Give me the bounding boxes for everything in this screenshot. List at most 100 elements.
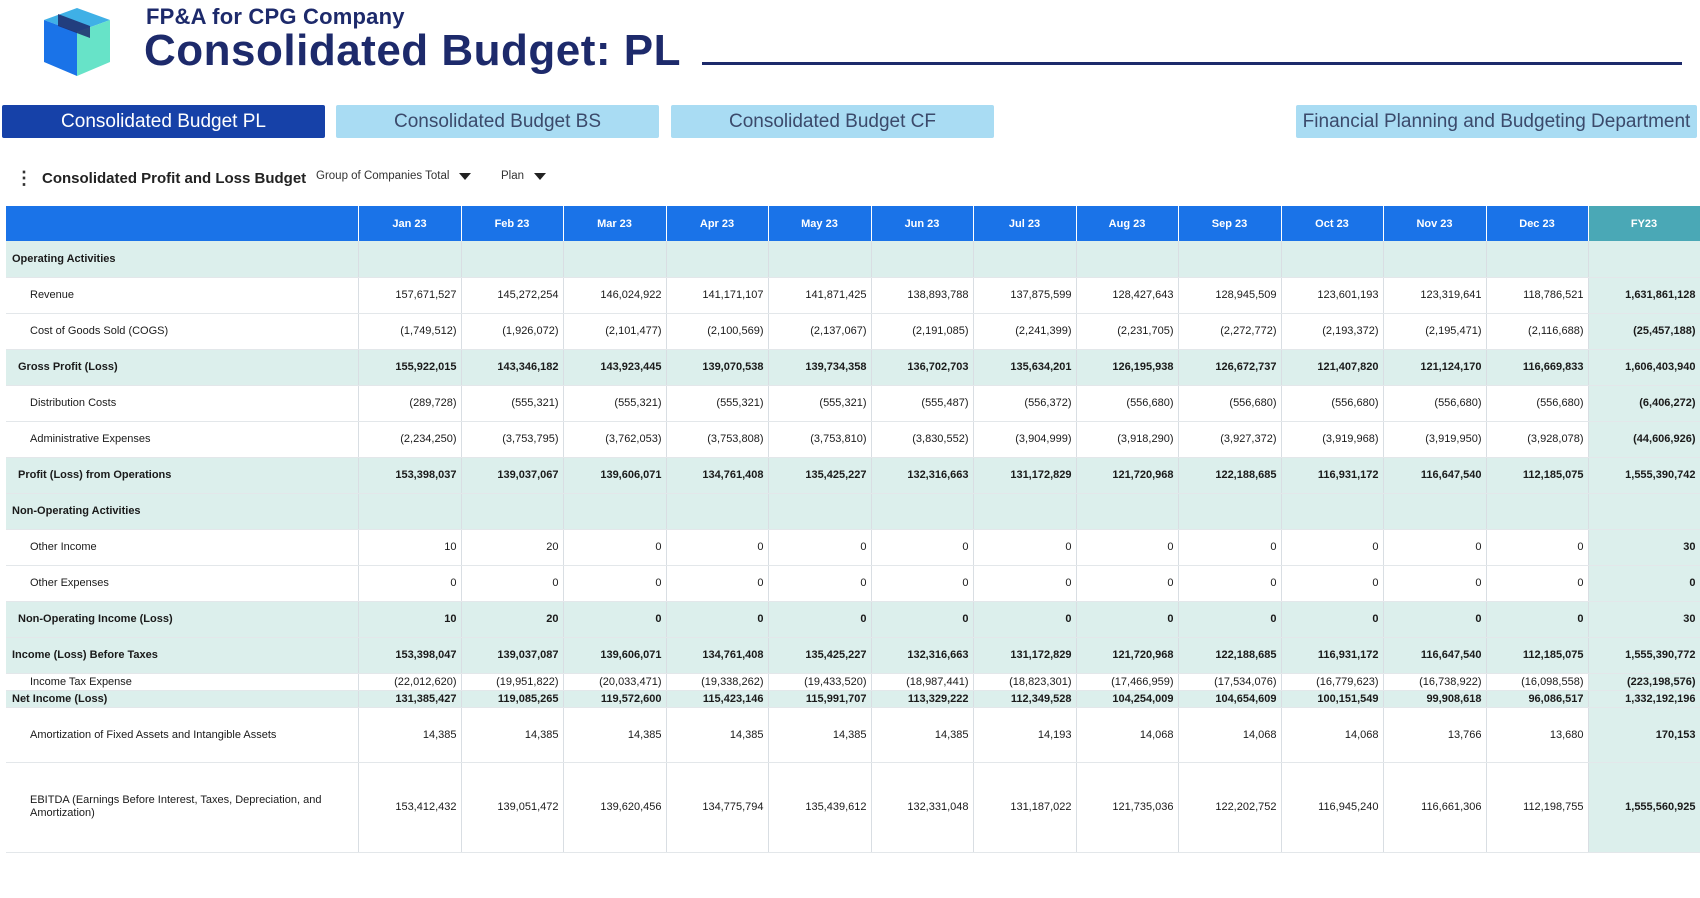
value-cell[interactable]: 139,051,472: [461, 762, 564, 853]
value-cell[interactable]: 0: [1178, 529, 1282, 566]
value-cell[interactable]: 112,198,755: [1486, 762, 1589, 853]
value-cell[interactable]: 118,786,521: [1486, 277, 1589, 314]
value-cell[interactable]: [973, 241, 1077, 278]
value-cell[interactable]: [1486, 493, 1589, 530]
value-cell[interactable]: 146,024,922: [563, 277, 667, 314]
kebab-menu-icon[interactable]: ⋮: [14, 168, 34, 189]
value-cell[interactable]: 0: [871, 601, 974, 638]
value-cell[interactable]: 0: [1076, 565, 1179, 602]
value-cell[interactable]: (3,918,290): [1076, 421, 1179, 458]
value-cell[interactable]: (3,830,552): [871, 421, 974, 458]
value-cell[interactable]: 96,086,517: [1486, 690, 1589, 708]
value-cell[interactable]: 135,634,201: [973, 349, 1077, 386]
value-cell[interactable]: 131,172,829: [973, 457, 1077, 494]
value-cell[interactable]: 123,319,641: [1383, 277, 1487, 314]
value-cell[interactable]: 135,439,612: [768, 762, 872, 853]
value-cell[interactable]: 131,385,427: [358, 690, 462, 708]
value-cell[interactable]: (19,433,520): [768, 673, 872, 691]
value-cell[interactable]: 10: [358, 529, 462, 566]
value-cell[interactable]: (16,098,558): [1486, 673, 1589, 691]
value-cell[interactable]: (555,321): [461, 385, 564, 422]
value-cell[interactable]: 134,761,408: [666, 637, 769, 674]
value-cell[interactable]: 126,195,938: [1076, 349, 1179, 386]
value-cell[interactable]: 139,070,538: [666, 349, 769, 386]
value-cell[interactable]: 116,669,833: [1486, 349, 1589, 386]
value-cell[interactable]: 119,085,265: [461, 690, 564, 708]
value-cell[interactable]: [1178, 241, 1282, 278]
value-cell[interactable]: 0: [1383, 601, 1487, 638]
fy-total-cell[interactable]: 1,555,560,925: [1588, 762, 1700, 853]
value-cell[interactable]: [461, 241, 564, 278]
value-cell[interactable]: (3,753,810): [768, 421, 872, 458]
value-cell[interactable]: [666, 493, 769, 530]
value-cell[interactable]: 128,427,643: [1076, 277, 1179, 314]
value-cell[interactable]: (556,680): [1178, 385, 1282, 422]
fy-total-cell[interactable]: [1588, 241, 1700, 278]
value-cell[interactable]: (2,241,399): [973, 313, 1077, 350]
value-cell[interactable]: (3,919,968): [1281, 421, 1384, 458]
value-cell[interactable]: 116,661,306: [1383, 762, 1487, 853]
value-cell[interactable]: (22,012,620): [358, 673, 462, 691]
value-cell[interactable]: 121,720,968: [1076, 457, 1179, 494]
value-cell[interactable]: 0: [563, 601, 667, 638]
value-cell[interactable]: 153,398,037: [358, 457, 462, 494]
value-cell[interactable]: 0: [768, 601, 872, 638]
fy-total-cell[interactable]: 1,332,192,196: [1588, 690, 1700, 708]
value-cell[interactable]: 0: [973, 601, 1077, 638]
value-cell[interactable]: 139,037,087: [461, 637, 564, 674]
value-cell[interactable]: (19,338,262): [666, 673, 769, 691]
value-cell[interactable]: 137,875,599: [973, 277, 1077, 314]
value-cell[interactable]: 10: [358, 601, 462, 638]
value-cell[interactable]: (3,919,950): [1383, 421, 1487, 458]
value-cell[interactable]: 122,202,752: [1178, 762, 1282, 853]
tab-consolidated-budget-cf[interactable]: Consolidated Budget CF: [671, 105, 994, 138]
value-cell[interactable]: (555,321): [563, 385, 667, 422]
fy-total-cell[interactable]: (223,198,576): [1588, 673, 1700, 691]
value-cell[interactable]: [563, 241, 667, 278]
value-cell[interactable]: 139,037,067: [461, 457, 564, 494]
value-cell[interactable]: 131,187,022: [973, 762, 1077, 853]
value-cell[interactable]: [871, 241, 974, 278]
value-cell[interactable]: (3,762,053): [563, 421, 667, 458]
value-cell[interactable]: (2,191,085): [871, 313, 974, 350]
scenario-filter-dropdown[interactable]: Plan: [501, 170, 547, 182]
value-cell[interactable]: [1178, 493, 1282, 530]
value-cell[interactable]: (17,466,959): [1076, 673, 1179, 691]
value-cell[interactable]: (2,272,772): [1178, 313, 1282, 350]
value-cell[interactable]: (289,728): [358, 385, 462, 422]
value-cell[interactable]: 13,766: [1383, 707, 1487, 763]
value-cell[interactable]: [1281, 241, 1384, 278]
value-cell[interactable]: (2,231,705): [1076, 313, 1179, 350]
value-cell[interactable]: 139,620,456: [563, 762, 667, 853]
value-cell[interactable]: [768, 493, 872, 530]
value-cell[interactable]: 0: [1076, 529, 1179, 566]
value-cell[interactable]: 0: [666, 529, 769, 566]
value-cell[interactable]: 14,385: [871, 707, 974, 763]
value-cell[interactable]: (2,101,477): [563, 313, 667, 350]
value-cell[interactable]: 0: [563, 529, 667, 566]
value-cell[interactable]: 112,349,528: [973, 690, 1077, 708]
value-cell[interactable]: 143,346,182: [461, 349, 564, 386]
value-cell[interactable]: (1,749,512): [358, 313, 462, 350]
value-cell[interactable]: 0: [666, 565, 769, 602]
value-cell[interactable]: (3,928,078): [1486, 421, 1589, 458]
value-cell[interactable]: (2,100,569): [666, 313, 769, 350]
value-cell[interactable]: 153,398,047: [358, 637, 462, 674]
value-cell[interactable]: 14,193: [973, 707, 1077, 763]
value-cell[interactable]: [666, 241, 769, 278]
value-cell[interactable]: 134,775,794: [666, 762, 769, 853]
fy-total-cell[interactable]: 1,631,861,128: [1588, 277, 1700, 314]
value-cell[interactable]: 135,425,227: [768, 457, 872, 494]
value-cell[interactable]: 134,761,408: [666, 457, 769, 494]
value-cell[interactable]: 119,572,600: [563, 690, 667, 708]
value-cell[interactable]: 14,068: [1178, 707, 1282, 763]
value-cell[interactable]: 0: [461, 565, 564, 602]
value-cell[interactable]: 0: [973, 529, 1077, 566]
value-cell[interactable]: (2,234,250): [358, 421, 462, 458]
value-cell[interactable]: (555,487): [871, 385, 974, 422]
value-cell[interactable]: 143,923,445: [563, 349, 667, 386]
value-cell[interactable]: 104,654,609: [1178, 690, 1282, 708]
value-cell[interactable]: 0: [871, 565, 974, 602]
value-cell[interactable]: 128,945,509: [1178, 277, 1282, 314]
value-cell[interactable]: (3,904,999): [973, 421, 1077, 458]
